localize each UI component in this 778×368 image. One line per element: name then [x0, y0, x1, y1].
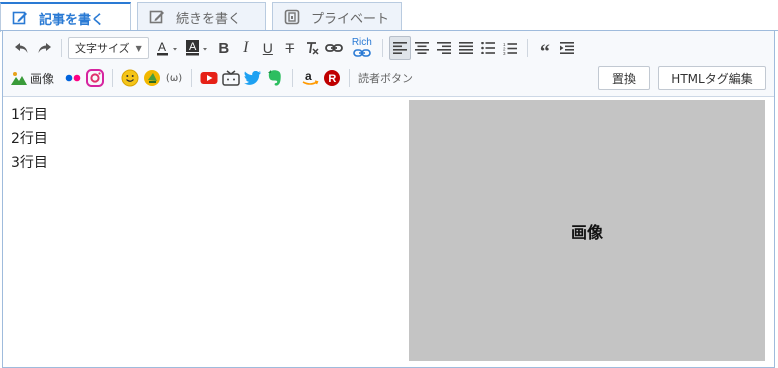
- html-edit-button-label: HTMLタグ編集: [671, 71, 753, 86]
- reader-button-label: 読者ボタン: [358, 72, 414, 85]
- tab-write-article[interactable]: 記事を書く: [0, 2, 131, 32]
- font-size-select-label: 文字サイズ: [75, 42, 130, 55]
- tab-label: 記事を書く: [39, 12, 105, 28]
- toolbar-separator: [526, 39, 528, 57]
- instagram-icon[interactable]: [84, 66, 106, 90]
- tab-label: プライベート: [311, 11, 390, 27]
- article-body-editor[interactable]: 1行目 2行目 3行目: [11, 103, 401, 361]
- bullet-list-icon[interactable]: [477, 36, 499, 60]
- font-size-select[interactable]: 文字サイズ ▼: [68, 37, 149, 59]
- text-line: 1行目: [11, 107, 48, 123]
- align-right-icon[interactable]: [433, 36, 455, 60]
- italic-icon[interactable]: I: [235, 36, 257, 60]
- kaomoji-icon[interactable]: (ω): [163, 66, 185, 90]
- tab-private[interactable]: プライベート: [272, 2, 402, 31]
- redo-icon[interactable]: [33, 36, 55, 60]
- svg-text:3: 3: [503, 51, 506, 55]
- photo-life-icon[interactable]: [141, 66, 163, 90]
- svg-text:a: a: [305, 69, 312, 83]
- youtube-icon[interactable]: [198, 66, 220, 90]
- image-button[interactable]: 画像: [11, 66, 54, 90]
- svg-text:R: R: [328, 73, 336, 85]
- link-icon[interactable]: [323, 36, 345, 60]
- indent-icon[interactable]: [556, 36, 578, 60]
- svg-text:A: A: [158, 40, 166, 54]
- svg-text:A: A: [189, 41, 197, 53]
- text-line: 3行目: [11, 155, 48, 171]
- undo-icon[interactable]: [11, 36, 33, 60]
- background-color-button[interactable]: A: [183, 36, 213, 60]
- text-color-button[interactable]: A: [153, 36, 183, 60]
- editor-tabs: 記事を書く 続きを書く プライベート: [0, 0, 778, 32]
- editor-frame: 文字サイズ ▼ A A B I U T Rich 1 2 3 “ 画像 (ω) …: [2, 31, 775, 368]
- twitter-icon[interactable]: [242, 66, 264, 90]
- underline-icon[interactable]: U: [257, 36, 279, 60]
- edit-icon: [148, 9, 166, 25]
- chevron-down-icon: ▼: [135, 43, 142, 53]
- private-icon: [283, 9, 301, 25]
- rich-link-button[interactable]: Rich: [348, 36, 376, 60]
- strikethrough-icon[interactable]: T: [279, 36, 301, 60]
- toolbar-separator: [292, 69, 294, 87]
- rakuten-icon[interactable]: R: [321, 66, 343, 90]
- toolbar-separator: [191, 69, 193, 87]
- niconico-icon[interactable]: [220, 66, 242, 90]
- align-left-icon[interactable]: [388, 36, 411, 60]
- blockquote-icon[interactable]: “: [534, 36, 556, 62]
- align-center-icon[interactable]: [411, 36, 433, 60]
- image-icon: [11, 72, 27, 85]
- image-placeholder-label: 画像: [570, 222, 603, 242]
- image-placeholder: 画像: [409, 100, 765, 361]
- evernote-icon[interactable]: [264, 66, 286, 90]
- rich-link-label: Rich: [351, 37, 372, 48]
- link-icon: [353, 49, 371, 57]
- toolbar-separator: [381, 39, 383, 57]
- align-justify-icon[interactable]: [455, 36, 477, 60]
- flickr-icon[interactable]: [62, 66, 84, 90]
- toolbar-separator: [112, 69, 114, 87]
- amazon-icon[interactable]: a: [299, 66, 321, 90]
- emoji-icon[interactable]: [119, 66, 141, 90]
- clear-format-icon[interactable]: [301, 36, 323, 60]
- bold-icon[interactable]: B: [213, 36, 235, 60]
- editor-content: 1行目 2行目 3行目 画像: [3, 97, 774, 367]
- html-edit-button[interactable]: HTMLタグ編集: [658, 66, 766, 90]
- toolbar-separator: [349, 69, 351, 87]
- text-line: 2行目: [11, 131, 48, 147]
- numbered-list-icon[interactable]: 123: [499, 36, 521, 60]
- toolbar-row-2: 画像 (ω) a R 読者ボタン 置換 HTMLタグ編集: [3, 63, 774, 93]
- edit-icon: [11, 10, 29, 26]
- toolbar: 文字サイズ ▼ A A B I U T Rich 1 2 3 “ 画像 (ω) …: [3, 31, 774, 97]
- tab-write-continuation[interactable]: 続きを書く: [137, 2, 266, 31]
- reader-button[interactable]: 読者ボタン: [358, 66, 413, 90]
- replace-button[interactable]: 置換: [598, 66, 650, 90]
- toolbar-separator: [61, 39, 62, 57]
- image-button-label: 画像: [30, 71, 55, 86]
- replace-button-label: 置換: [611, 71, 636, 86]
- toolbar-row-1: 文字サイズ ▼ A A B I U T Rich 1 2 3 “: [3, 33, 578, 63]
- tab-label: 続きを書く: [176, 11, 242, 27]
